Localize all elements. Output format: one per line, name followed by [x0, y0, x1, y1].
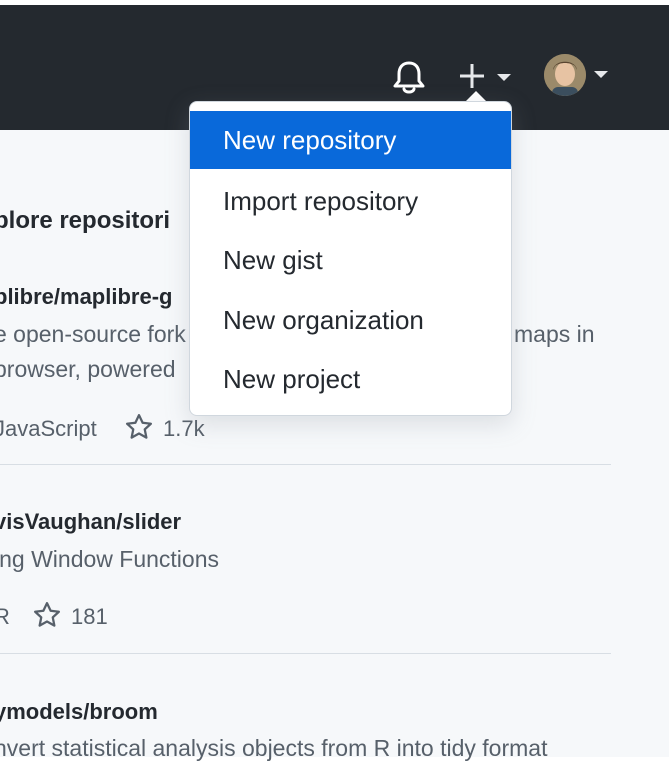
repo-star-count[interactable]: 181: [71, 604, 108, 630]
create-new-dropdown-menu: New repository Import repository New gis…: [189, 101, 512, 416]
repo-name-link[interactable]: ymodels/broom: [0, 699, 158, 725]
menu-item-new-project[interactable]: New project: [190, 350, 511, 408]
menu-item-new-repository[interactable]: New repository: [190, 111, 511, 169]
repo-star-count[interactable]: 1.7k: [163, 416, 205, 442]
repo-description: nvert statistical analysis objects from …: [0, 735, 548, 761]
divider: [0, 653, 611, 654]
repo-language: JavaScript: [0, 416, 97, 441]
explore-repositories-title: plore repositori: [0, 207, 171, 234]
create-caret-down-icon[interactable]: [497, 74, 511, 81]
user-caret-down-icon[interactable]: [594, 71, 608, 78]
avatar-image: [544, 54, 586, 96]
menu-item-import-repository[interactable]: Import repository: [190, 172, 511, 230]
repo-language: R: [0, 604, 10, 629]
star-icon[interactable]: [124, 412, 154, 442]
star-icon[interactable]: [32, 600, 62, 630]
repo-description-end: maps in: [514, 321, 595, 347]
menu-item-new-organization[interactable]: New organization: [190, 291, 511, 349]
repo-name-link[interactable]: visVaughan/slider: [0, 509, 181, 535]
repo-name-link[interactable]: plibre/maplibre-g: [0, 284, 172, 310]
repo-description-line2: browser, powered: [0, 356, 176, 382]
repo-description: ing Window Functions: [0, 546, 219, 572]
repo-description: e open-source fork: [0, 321, 186, 347]
plus-icon[interactable]: [458, 62, 486, 90]
bell-icon[interactable]: [392, 60, 426, 96]
divider: [0, 464, 611, 465]
menu-item-new-gist[interactable]: New gist: [190, 231, 511, 289]
avatar[interactable]: [544, 54, 586, 96]
